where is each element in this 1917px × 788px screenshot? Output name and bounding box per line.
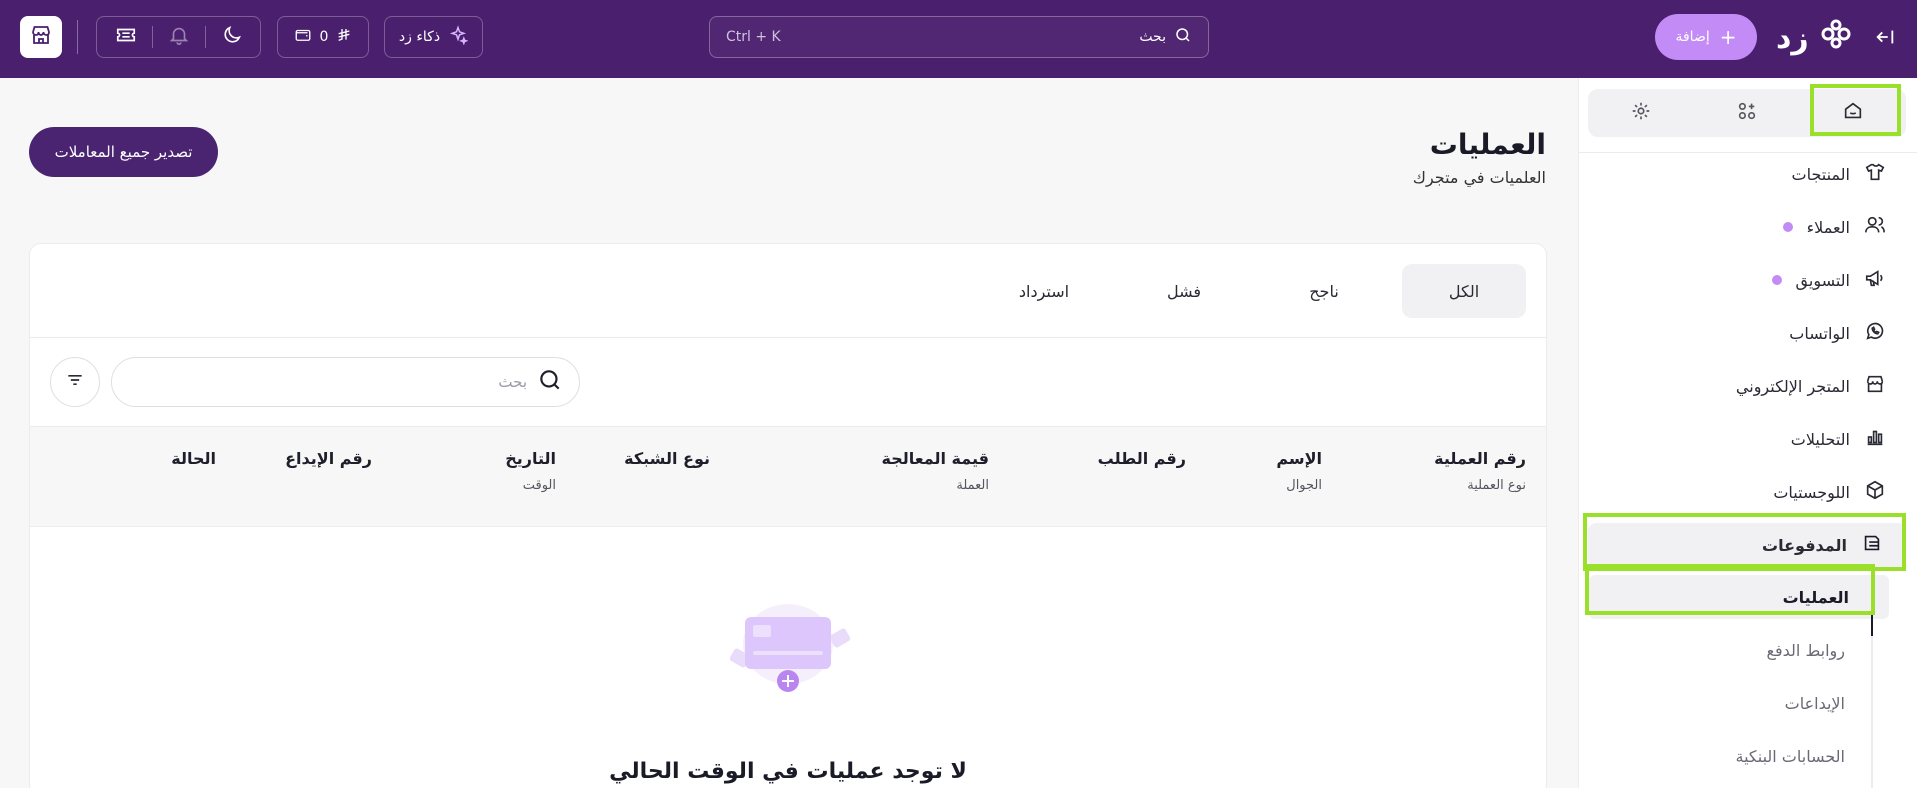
brand-logo[interactable]: زد [1776, 18, 1853, 58]
whatsapp-icon [1864, 320, 1886, 346]
sidebar-subitem-payment-links[interactable]: روابط الدفع [1578, 628, 1917, 672]
column-header-date[interactable]: التاريخ الوقت [505, 449, 556, 493]
sidebar-subitem-bank-accounts[interactable]: الحسابات البنكية [1578, 734, 1917, 778]
sidebar-item-marketing[interactable]: التسويق [1579, 258, 1917, 302]
search-icon [1174, 26, 1192, 48]
page-title: العمليات [1429, 128, 1546, 161]
apps-icon [1736, 100, 1758, 126]
column-header-transaction-id[interactable]: رقم العملية نوع العملية [1434, 449, 1526, 493]
export-all-button[interactable]: تصدير جميع المعاملات [29, 127, 218, 177]
tabs-divider [30, 337, 1546, 338]
bar-chart-icon [1864, 426, 1886, 452]
search-icon [537, 367, 563, 397]
storefront-icon [1864, 373, 1886, 399]
riyal-icon [336, 27, 352, 47]
topbar-actions-group [96, 16, 261, 58]
add-button[interactable]: إضافة + [1655, 14, 1757, 60]
sidebar-subitem-deposits[interactable]: الإيداعات [1578, 681, 1917, 725]
plus-icon: + [1719, 25, 1737, 49]
tab-failed[interactable]: فشل [1122, 264, 1246, 318]
table-header: رقم العملية نوع العملية الإسم الجوال رقم… [30, 426, 1546, 527]
box-icon [1864, 479, 1886, 505]
sidebar-item-customers[interactable]: العملاء [1579, 205, 1917, 249]
moon-icon [221, 24, 243, 50]
collapse-arrow-icon [1874, 26, 1896, 52]
search-label: بحث [1139, 29, 1166, 45]
collapse-sidebar-button[interactable] [1870, 24, 1900, 54]
dark-mode-button[interactable] [206, 24, 258, 50]
tab-success[interactable]: ناجح [1262, 264, 1386, 318]
sidebar-item-analytics[interactable]: التحليلات [1579, 417, 1917, 461]
tab-all[interactable]: الكل [1402, 264, 1526, 318]
empty-state-card-icon [713, 599, 863, 699]
sidebar-mode-tabs [1588, 89, 1906, 137]
subitems-rail [1871, 598, 1873, 788]
add-label: إضافة [1675, 29, 1710, 45]
marketing-badge-dot [1771, 275, 1782, 285]
tab-refund[interactable]: استرداد [982, 264, 1106, 318]
sidebar-item-logistics[interactable]: اللوجستيات [1579, 470, 1917, 514]
search-placeholder: بحث [498, 373, 527, 391]
column-header-status[interactable]: الحالة [171, 449, 216, 468]
status-tabs: الكل ناجح فشل استرداد [982, 264, 1526, 318]
ai-label: ذكاء زد [398, 29, 441, 45]
wallet-icon [294, 26, 312, 48]
ai-assistant-button[interactable]: ذكاء زد [384, 16, 483, 58]
ticket-button[interactable] [100, 24, 152, 50]
page-subtitle: العلميات في متجرك [1412, 168, 1546, 187]
sparkle-icon [448, 25, 469, 49]
empty-state-message: لا توجد عمليات في الوقت الحالي [609, 759, 967, 784]
wallet-button[interactable]: 0 [277, 16, 369, 58]
zid-logo-icon [1819, 17, 1853, 59]
column-header-deposit-number[interactable]: رقم الإيداع [285, 449, 372, 468]
column-header-processing-amount[interactable]: قيمة المعالجة العملة [881, 449, 989, 493]
megaphone-icon [1864, 267, 1886, 293]
sidebar-item-online-store[interactable]: المتجر الإلكتروني [1579, 364, 1917, 408]
sidebar-item-payments[interactable]: المدفوعات [1588, 523, 1906, 567]
home-icon [1842, 100, 1864, 126]
ticket-icon [115, 24, 137, 50]
column-header-order-number[interactable]: رقم الطلب [1098, 449, 1186, 468]
subitems-rail-active [1871, 598, 1873, 636]
sidebar-subitem-transactions[interactable]: العمليات [1589, 575, 1889, 619]
store-button[interactable] [20, 16, 62, 58]
filter-icon [65, 370, 85, 394]
users-icon [1864, 214, 1886, 240]
customers-badge-dot [1782, 222, 1793, 232]
table-search-input[interactable]: بحث [111, 357, 580, 407]
topbar-divider [77, 20, 78, 54]
payments-icon [1861, 532, 1883, 558]
sidebar-item-whatsapp[interactable]: الواتساب [1579, 311, 1917, 355]
shirt-icon [1864, 161, 1886, 187]
bell-icon [168, 24, 190, 50]
column-header-name[interactable]: الإسم الجوال [1276, 449, 1322, 493]
notifications-button[interactable] [153, 24, 205, 50]
store-icon [29, 23, 53, 51]
sidebar-item-products[interactable]: المنتجات [1579, 152, 1917, 196]
sidebar-tab-apps[interactable] [1694, 89, 1800, 137]
sidebar-tab-home[interactable] [1800, 89, 1906, 137]
top-bar: 0 ذكاء زد Ctrl + K بحث إضافة + زد [0, 0, 1917, 78]
filter-button[interactable] [50, 357, 100, 407]
sidebar: المنتجات العملاء التسويق الواتساب المتجر… [1578, 78, 1917, 788]
wallet-amount: 0 [319, 29, 329, 45]
column-header-network-type[interactable]: نوع الشبكة [624, 449, 710, 468]
search-shortcut: Ctrl + K [726, 29, 781, 45]
transactions-card: الكل ناجح فشل استرداد بحث رقم العملية نو… [29, 243, 1547, 788]
main-content: العمليات العلميات في متجرك تصدير جميع ال… [0, 78, 1578, 788]
gear-icon [1630, 100, 1652, 126]
sidebar-tab-settings[interactable] [1588, 89, 1694, 137]
global-search[interactable]: Ctrl + K بحث [709, 16, 1209, 58]
brand-name: زد [1776, 20, 1809, 56]
